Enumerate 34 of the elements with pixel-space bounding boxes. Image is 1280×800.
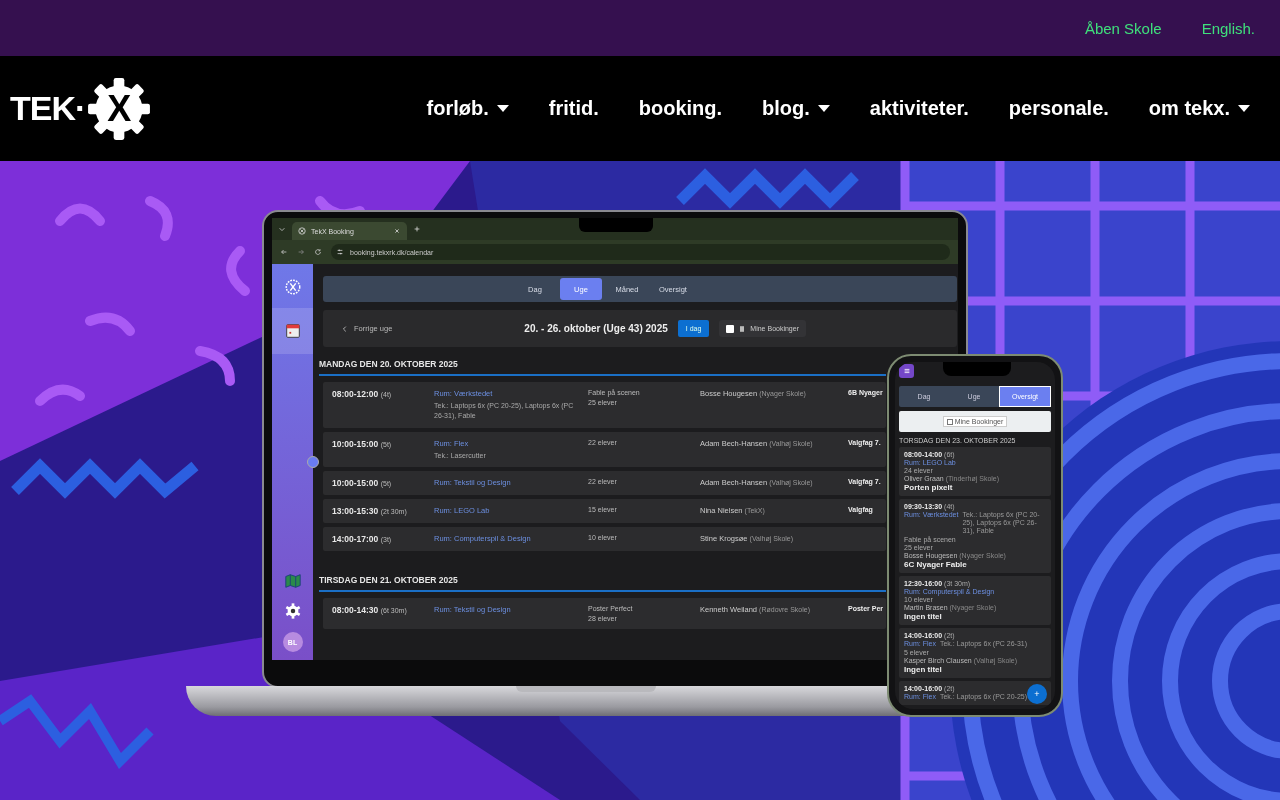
booking-title: Ingen titel <box>904 612 942 622</box>
nav-link[interactable]: om tekx. <box>1148 97 1250 120</box>
day-heading: TIRSDAG DEN 21. OKTOBER 2025 <box>319 575 458 586</box>
chevron-left-icon <box>341 324 349 333</box>
menu-icon <box>902 366 911 375</box>
nav-link[interactable]: forløb. <box>426 97 509 120</box>
day-heading: MANDAG DEN 20. OKTOBER 2025 <box>319 359 458 369</box>
booking-title: Ingen titel <box>904 665 942 675</box>
close-icon[interactable] <box>393 227 401 235</box>
nav-link[interactable]: aktiviteter. <box>869 97 969 120</box>
logo-text[interactable]: TEK· <box>10 89 86 128</box>
sliders-icon <box>336 248 344 256</box>
checkbox[interactable] <box>726 324 735 333</box>
top-link[interactable]: Åben Skole <box>1084 19 1162 37</box>
gear-x-icon[interactable] <box>283 278 302 296</box>
checkbox[interactable] <box>946 418 953 425</box>
globe-icon <box>298 227 306 235</box>
back-icon[interactable] <box>280 248 288 256</box>
chevron-down-icon[interactable] <box>278 225 286 233</box>
top-link[interactable]: English. <box>1201 19 1255 37</box>
nav-link[interactable]: blog. <box>762 97 830 120</box>
reload-icon[interactable] <box>314 248 322 256</box>
nav-link[interactable]: fritid. <box>548 97 599 120</box>
week-title: 20. - 26. oktober (Uge 43) 2025 <box>524 323 668 334</box>
plus-icon[interactable] <box>413 225 421 233</box>
nav-link[interactable]: personale. <box>1008 97 1109 120</box>
menu-button[interactable] <box>899 363 914 378</box>
booking-title: 6C Nyager Fable <box>904 560 967 570</box>
booking-title: Porten pixelt <box>904 483 953 492</box>
phone-notch <box>943 362 1011 376</box>
settings-icon[interactable] <box>283 602 302 620</box>
calendar-icon[interactable] <box>283 322 302 340</box>
sidebar-handle[interactable] <box>307 456 319 468</box>
nav-link[interactable]: booking. <box>638 97 723 120</box>
